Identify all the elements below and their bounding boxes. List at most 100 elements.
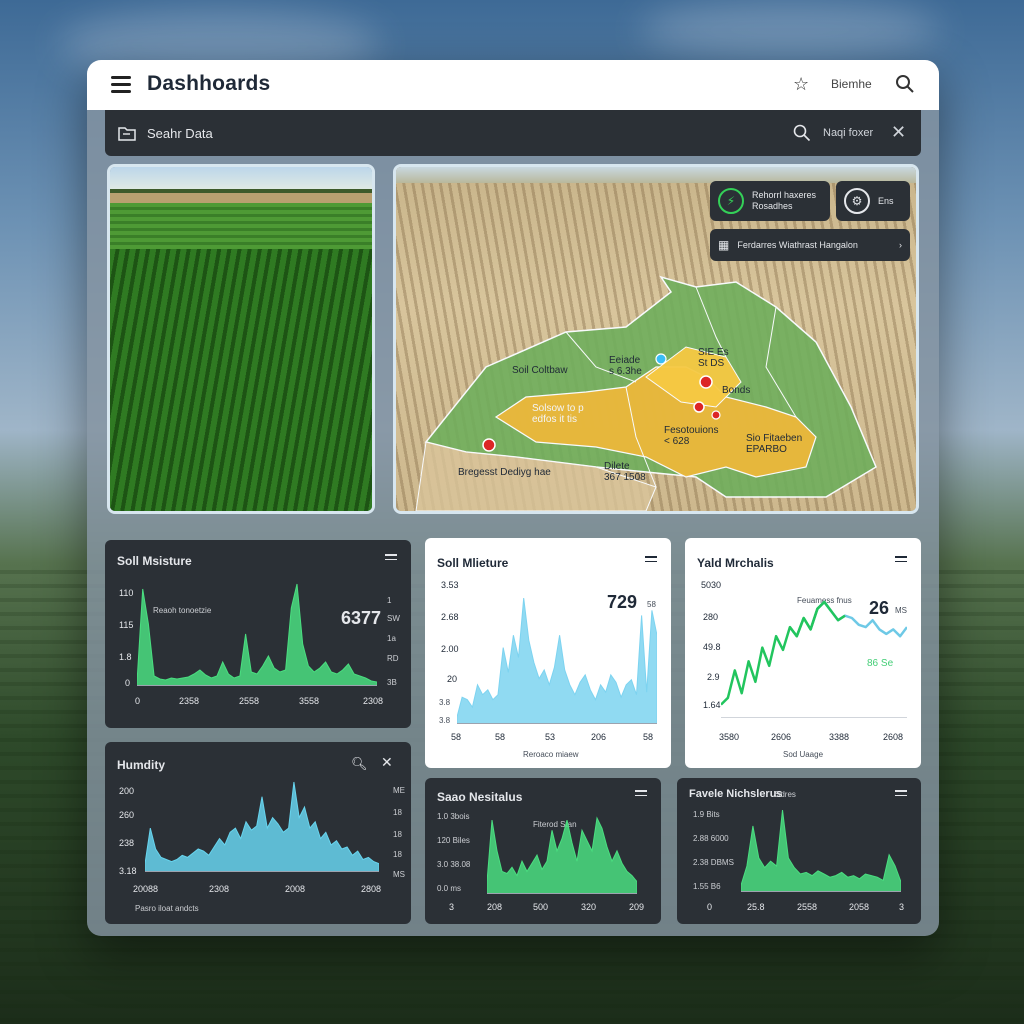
map-pin <box>711 410 721 420</box>
map-pin <box>699 375 713 389</box>
folder-icon[interactable] <box>118 125 136 141</box>
map-label-soil: Soil Coltbaw <box>512 365 568 376</box>
x-tick: 320 <box>581 902 597 912</box>
x-tick: 53 <box>545 732 556 742</box>
right-tick: RD <box>387 654 399 663</box>
card-title: Humdity <box>117 758 165 772</box>
x-tick: 58 <box>495 732 506 742</box>
leaf-icon: ⚡ <box>718 188 744 214</box>
series-area <box>741 809 901 892</box>
chevron-down-icon: › <box>899 240 902 250</box>
y-tick: 3.18 <box>119 866 137 876</box>
star-icon[interactable]: ☆ <box>793 74 809 95</box>
farm-metrics-chart <box>741 809 901 892</box>
y-tick: 0.0 ms <box>437 884 462 893</box>
close-icon[interactable]: ✕ <box>891 122 906 143</box>
card-title: Soll Msisture <box>117 554 192 568</box>
map-filter-label: Ens <box>878 196 894 206</box>
series-area <box>487 816 637 894</box>
x-tick: 25.8 <box>747 902 765 912</box>
x-tick: 20088 <box>133 884 159 894</box>
series-line <box>788 600 846 638</box>
x-tick: 2308 <box>209 884 230 894</box>
x-tick: 500 <box>533 902 549 912</box>
search-icon[interactable] <box>793 124 811 142</box>
y-tick: 3.53 <box>441 580 459 590</box>
y-tick: 200 <box>119 786 135 796</box>
y-tick: 238 <box>119 838 135 848</box>
map-navigation-dropdown[interactable]: ▦ Ferdarres Wiathrast Hangalon › <box>710 229 910 261</box>
y-tick: 260 <box>119 810 135 820</box>
y-tick: 1.55 B6 <box>693 882 721 891</box>
y-tick: 2.88 6000 <box>693 834 729 843</box>
x-tick: 2058 <box>849 902 870 912</box>
x-tick: 208 <box>487 902 503 912</box>
y-tick: 20 <box>447 674 458 684</box>
menu-icon[interactable] <box>111 76 131 94</box>
sliders-icon: ⚙ <box>844 188 870 214</box>
y-tick: 1.0 3bois <box>437 812 470 821</box>
x-tick: 3558 <box>299 696 320 706</box>
field-map[interactable]: ⚡ Rehorrl haxeres Rosadhes ⚙ Ens ▦ Ferda… <box>393 164 919 514</box>
series-area <box>457 597 657 724</box>
yield-chart <box>721 600 907 718</box>
y-tick: 5030 <box>701 580 722 590</box>
map-label-sio: Sio Fitaeben EPARBO <box>746 433 803 455</box>
filter-label[interactable]: Naqi foxer <box>823 127 873 139</box>
soil-moisture-light-chart <box>457 597 657 724</box>
humidity-card[interactable]: Humdity 🔍︎ ✕ 200 260 238 3.18 ME 18 18 1… <box>105 742 411 924</box>
x-tick: 2608 <box>883 732 904 742</box>
card-title: Favele Nichslerus <box>689 788 783 800</box>
close-icon[interactable]: ✕ <box>381 754 393 771</box>
x-tick: 58 <box>643 732 654 742</box>
soil-moisture-card[interactable]: Soll Msisture Reaoh tonoetzie 6377 110 1… <box>105 540 411 728</box>
x-tick: 2308 <box>363 696 384 706</box>
soil-nutrients-card[interactable]: Saao Nesitalus Fiterod Stan 1.0 3bois 12… <box>425 778 661 924</box>
right-tick: ME <box>393 786 405 795</box>
map-label-bregesst: Bregesst Dediyg hae <box>458 467 551 478</box>
user-label[interactable]: Biemhe <box>831 77 872 91</box>
x-tick: 3 <box>899 902 905 912</box>
y-tick: 1.64 <box>703 700 721 710</box>
card-title: Soll Mlieture <box>437 556 509 570</box>
search-input[interactable] <box>147 122 707 144</box>
chart-footer: Sod Uaage <box>783 750 824 759</box>
yield-card[interactable]: Yald Mrchalis Feuamess fnus 26 MS 86 Se … <box>685 538 921 768</box>
series-line <box>816 600 907 638</box>
menu-icon[interactable] <box>635 790 647 799</box>
y-tick: 2.38 DBMS <box>693 858 734 867</box>
y-tick: 280 <box>703 612 719 622</box>
map-label-bonds: Bonds <box>722 385 751 396</box>
right-tick: 18 <box>393 830 402 839</box>
series-area <box>145 781 379 872</box>
y-tick: 49.8 <box>703 642 721 652</box>
right-tick: 1 <box>387 596 392 605</box>
soil-moisture-light-card[interactable]: Soll Mlieture 729 58 3.53 2.68 2.00 20 3… <box>425 538 671 768</box>
map-label-solsow: Solsow to p edfos it tis <box>532 403 584 425</box>
menu-icon[interactable] <box>895 556 907 565</box>
search-icon[interactable]: 🔍︎ <box>351 756 368 772</box>
soil-moisture-chart <box>137 583 377 686</box>
map-filter-button[interactable]: ⚙ Ens <box>836 181 910 221</box>
map-label-dilete: Dilete 367 1508 <box>604 461 646 483</box>
y-tick: 2.68 <box>441 612 459 622</box>
stubble-strip <box>110 193 372 203</box>
y-tick: 3.0 38.08 <box>437 860 471 869</box>
y-tick: 120 Biles <box>437 836 470 845</box>
card-title: Saao Nesitalus <box>437 790 523 804</box>
menu-icon[interactable] <box>385 554 397 563</box>
farm-metrics-card[interactable]: Favele Nichslerus Sdres 1.9 Bits 2.88 60… <box>677 778 921 924</box>
search-icon[interactable] <box>895 74 915 94</box>
right-tick: 1a <box>387 634 396 643</box>
chart-footer: Reroaco miaew <box>523 750 579 759</box>
y-tick: 1.9 Bits <box>693 810 720 819</box>
map-layer-button[interactable]: ⚡ Rehorrl haxeres Rosadhes <box>710 181 830 221</box>
menu-icon[interactable] <box>895 790 907 799</box>
card-title-suffix: Sdres <box>775 790 796 799</box>
x-tick: 3388 <box>829 732 850 742</box>
y-tick: 110 <box>119 588 134 598</box>
x-tick: 2808 <box>361 884 382 894</box>
menu-icon[interactable] <box>645 556 657 565</box>
map-navigation-label: Ferdarres Wiathrast Hangalon <box>737 240 858 250</box>
right-tick: 18 <box>393 808 402 817</box>
